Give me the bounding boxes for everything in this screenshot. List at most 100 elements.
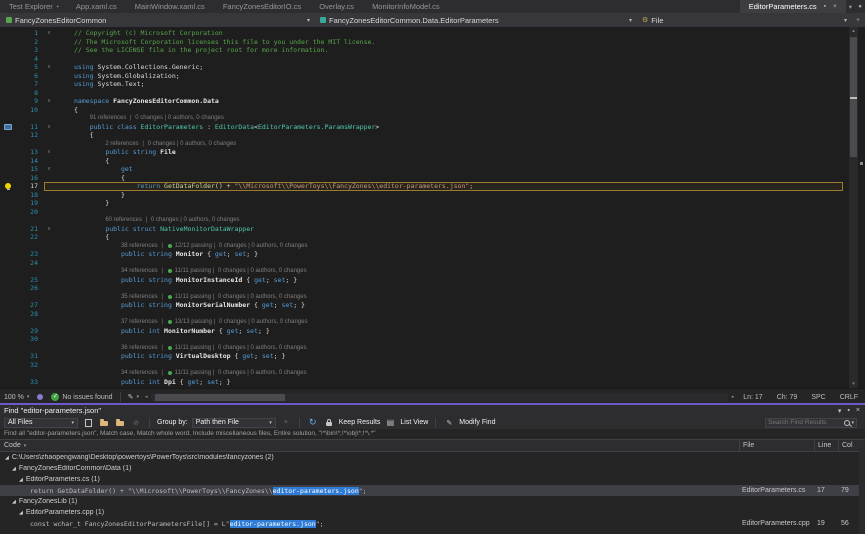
fold-margin [42, 106, 56, 115]
scope-dropdown[interactable]: All Files ▾ [4, 418, 78, 428]
codelens-text[interactable]: 38 references | 12/12 passing | 0 change… [56, 242, 307, 251]
fold-collapse-icon[interactable]: v [42, 123, 56, 132]
codelens-row[interactable]: 91 references | 0 changes | 0 authors, 0… [0, 114, 865, 123]
copy-icon[interactable] [82, 417, 94, 428]
codelens-row[interactable]: 34 references | 11/11 passing | 0 change… [0, 369, 865, 378]
chevron-down-icon[interactable]: ▾ [851, 420, 856, 426]
stop-search-icon[interactable]: × [280, 417, 292, 428]
find-result-row[interactable]: return GetDataFolder() + "\\Microsoft\\P… [0, 485, 865, 496]
visual-studio-window: Test Explorer▪App.xaml.csMainWindow.xaml… [0, 0, 865, 534]
pin-icon[interactable]: ▪ [845, 407, 852, 414]
code-text: public string MonitorSerialNumber { get;… [56, 301, 305, 310]
bookmark-icon[interactable] [0, 123, 16, 132]
codelens-row[interactable]: 35 references | 11/11 passing | 0 change… [0, 293, 865, 302]
chevron-down-icon[interactable]: ▾ [846, 3, 855, 11]
project-dropdown[interactable]: FancyZonesEditorCommon ▾ [0, 13, 314, 27]
find-results-scrollbar[interactable] [859, 451, 865, 534]
fold-collapse-icon[interactable]: v [42, 165, 56, 174]
tab-monitorinfomodel-cs[interactable]: MonitorInfoModel.cs [363, 0, 449, 13]
codelens-text[interactable]: 34 references | 11/11 passing | 0 change… [56, 369, 307, 378]
tree-expanded-icon[interactable]: ◢ [5, 455, 9, 461]
member-dropdown[interactable]: ⚙ File ▾ [636, 13, 851, 27]
tab-mainwindow-xaml-cs[interactable]: MainWindow.xaml.cs [126, 0, 214, 13]
fold-collapse-icon[interactable]: v [42, 225, 56, 234]
codelens-text[interactable]: 60 references | 0 changes | 0 authors, 0… [56, 216, 240, 225]
eol-toggle[interactable]: CRLF [833, 394, 865, 401]
collapse-all-icon[interactable] [114, 417, 126, 428]
codelens-row[interactable]: 60 references | 0 changes | 0 authors, 0… [0, 216, 865, 225]
tree-expanded-icon[interactable]: ◢ [12, 499, 16, 505]
find-tree-node[interactable]: ◢FancyZonesLib (1) [0, 496, 865, 507]
code-text: { [56, 174, 125, 183]
split-window-grip[interactable]: + [851, 17, 865, 24]
codelens-row[interactable]: 34 references | 11/11 passing | 0 change… [0, 267, 865, 276]
codelens-text[interactable]: 2 references | 0 changes | 0 authors, 0 … [56, 140, 236, 149]
expand-all-icon[interactable] [98, 417, 110, 428]
chevron-down-icon: ▾ [269, 420, 272, 426]
find-tree-node[interactable]: ◢EditorParameters.cpp (1) [0, 507, 865, 518]
fold-collapse-icon[interactable]: v [42, 97, 56, 106]
column-line[interactable]: Line [814, 440, 838, 451]
clear-results-icon[interactable]: ⊘ [130, 417, 142, 428]
scroll-down-icon[interactable]: ▾ [849, 380, 858, 388]
options-dot-icon[interactable]: ● [855, 3, 865, 10]
tab-overlay-cs[interactable]: Overlay.cs [310, 0, 363, 13]
code-row: 24 [0, 259, 865, 268]
tree-expanded-icon[interactable]: ◢ [12, 466, 16, 472]
codelens-row[interactable]: 2 references | 0 changes | 0 authors, 0 … [0, 140, 865, 149]
line-number [16, 216, 42, 225]
glyph-margin [0, 29, 16, 38]
tree-expanded-icon[interactable]: ◢ [19, 510, 23, 516]
modify-find-icon[interactable]: ✎ [443, 417, 455, 428]
modify-find-button[interactable]: Modify Find [459, 419, 495, 426]
list-view-button[interactable]: List View [400, 419, 428, 426]
tab-editorparameters-cs[interactable]: EditorParameters.cs ▪ × [740, 0, 846, 13]
close-icon[interactable]: × [856, 407, 860, 414]
lightbulb-icon[interactable] [0, 182, 16, 191]
chevron-down-icon[interactable]: ▾ [838, 407, 842, 415]
group-by-dropdown[interactable]: Path then File ▾ [192, 418, 276, 428]
glyph-margin [0, 259, 16, 268]
codelens-text[interactable]: 34 references | 11/11 passing | 0 change… [56, 267, 307, 276]
codelens-text[interactable]: 35 references | 11/11 passing | 0 change… [56, 293, 307, 302]
list-view-icon[interactable]: ▤ [384, 417, 396, 428]
tab-app-xaml-cs[interactable]: App.xaml.cs [67, 0, 126, 13]
type-dropdown[interactable]: FancyZonesEditorCommon.Data.EditorParame… [314, 13, 636, 27]
codelens-row[interactable]: 38 references | 12/12 passing | 0 change… [0, 242, 865, 251]
scrollbar-thumb[interactable] [155, 394, 285, 401]
scroll-left-icon[interactable]: ◂ [143, 394, 150, 400]
find-tree-node[interactable]: ◢EditorParameters.cs (1) [0, 474, 865, 485]
scroll-up-icon[interactable]: ▴ [849, 27, 858, 35]
lock-icon[interactable] [323, 417, 335, 428]
column-col[interactable]: Col [838, 440, 865, 451]
project-name: FancyZonesEditorCommon [15, 16, 106, 25]
line-number [16, 114, 42, 123]
codelens-text[interactable]: 37 references | 13/13 passing | 0 change… [56, 318, 307, 327]
find-panel-titlebar[interactable]: Find "editor-parameters.json" ▾ ▪ × [0, 405, 865, 416]
fold-collapse-icon[interactable]: v [42, 63, 56, 72]
spaces-toggle[interactable]: SPC [804, 394, 832, 401]
fold-collapse-icon[interactable]: v [42, 148, 56, 157]
codelens-text[interactable]: 36 references | 11/11 passing | 0 change… [56, 344, 307, 353]
search-find-results-input[interactable] [766, 419, 843, 426]
code-editor[interactable]: 1v// Copyright (c) Microsoft Corporation… [0, 27, 865, 388]
column-file[interactable]: File [739, 440, 814, 451]
search-find-results-box[interactable]: ▾ [765, 418, 857, 428]
keep-results-button[interactable]: Keep Results [339, 419, 381, 426]
pin-tab-icon[interactable]: ▪ [824, 3, 826, 10]
tab-test-explorer[interactable]: Test Explorer▪ [0, 0, 67, 13]
refresh-icon[interactable]: ↻ [307, 417, 319, 428]
codelens-row[interactable]: 36 references | 11/11 passing | 0 change… [0, 344, 865, 353]
tab-fancyzoneseditorio-cs[interactable]: FancyZonesEditorIO.cs [214, 0, 310, 13]
codelens-row[interactable]: 37 references | 13/13 passing | 0 change… [0, 318, 865, 327]
close-icon[interactable]: × [833, 3, 837, 10]
find-result-row[interactable]: const wchar_t FancyZonesEditorParameters… [0, 518, 865, 529]
fold-collapse-icon[interactable]: v [42, 29, 56, 38]
editor-vertical-scrollbar[interactable]: ▴ ▾ [849, 27, 858, 388]
column-code[interactable]: Code ▾ [0, 442, 739, 449]
editor-horizontal-scrollbar[interactable] [151, 393, 727, 402]
tree-expanded-icon[interactable]: ◢ [19, 477, 23, 483]
codelens-text[interactable]: 91 references | 0 changes | 0 authors, 0… [56, 114, 224, 123]
find-tree-node[interactable]: ◢C:\Users\zhaopengwang\Desktop\powertoys… [0, 452, 865, 463]
find-tree-node[interactable]: ◢FancyZonesEditorCommon\Data (1) [0, 463, 865, 474]
